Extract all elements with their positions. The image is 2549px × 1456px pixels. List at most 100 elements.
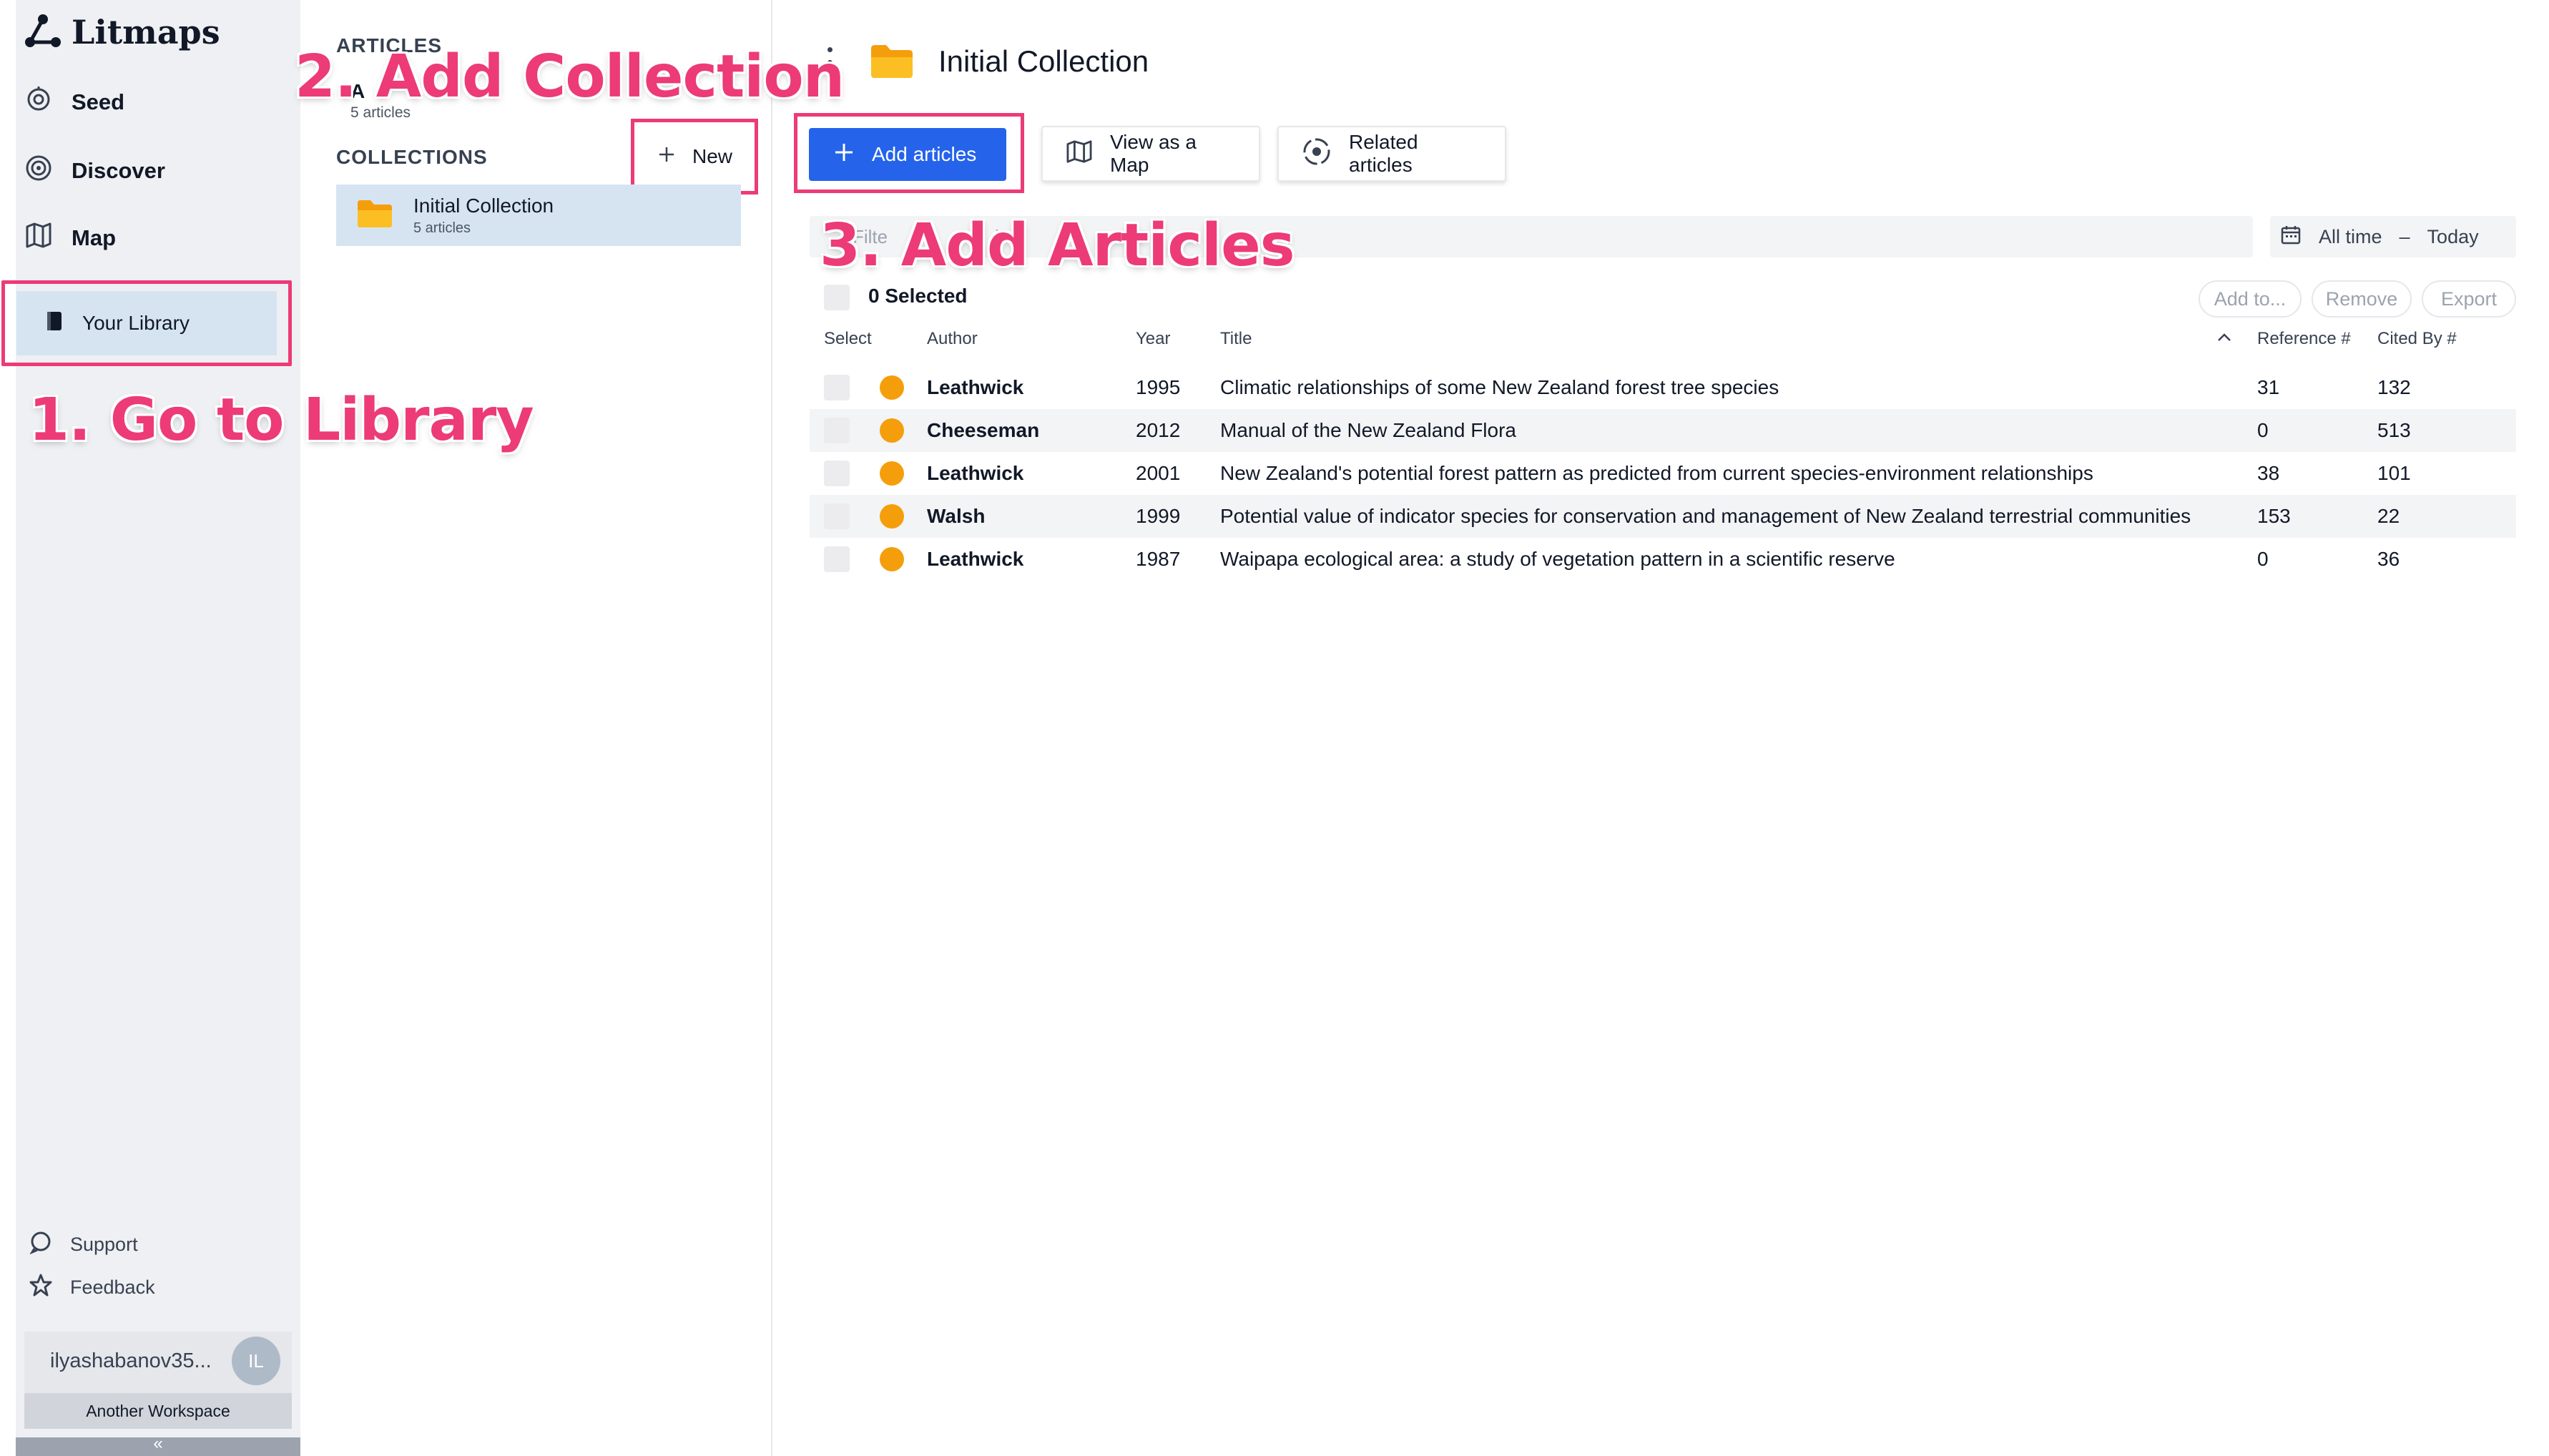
row-title[interactable]: Climatic relationships of some New Zeala… [1220, 366, 1779, 409]
row-title[interactable]: Waipapa ecological area: a study of vege… [1220, 538, 1895, 581]
row-author: Cheeseman [927, 419, 1040, 441]
calendar-icon [2280, 224, 2302, 250]
column-reference[interactable]: Reference # [2257, 329, 2351, 349]
status-dot [880, 461, 904, 486]
row-year: 1995 [1136, 376, 1181, 398]
row-checkbox[interactable] [824, 418, 850, 443]
status-dot [880, 504, 904, 528]
discover-icon [24, 154, 53, 188]
table-row[interactable]: Leathwick 2001 New Zealand's potential f… [810, 452, 2516, 495]
row-title[interactable]: Manual of the New Zealand Flora [1220, 409, 1516, 452]
page-title: Initial Collection [938, 44, 1149, 78]
new-collection-label: New [692, 145, 732, 167]
support-label: Support [70, 1233, 138, 1255]
date-to: Today [2427, 225, 2479, 247]
sort-chevron-up-icon[interactable] [2216, 330, 2233, 348]
remove-button[interactable]: Remove [2312, 280, 2412, 318]
row-checkbox[interactable] [824, 375, 850, 400]
collection-text: Initial Collection 5 articles [413, 195, 554, 237]
map-icon [1066, 139, 1093, 169]
row-author: Leathwick [927, 548, 1024, 570]
new-collection-button[interactable]: New [631, 119, 758, 195]
row-checkbox[interactable] [824, 503, 850, 529]
app-logo[interactable]: Litmaps [24, 7, 220, 57]
row-cited-by: 36 [2377, 548, 2400, 570]
star-icon [29, 1273, 53, 1302]
support-link[interactable]: Support [29, 1223, 138, 1266]
column-title[interactable]: Title [1220, 329, 1252, 349]
select-all-checkbox[interactable] [824, 285, 850, 310]
related-articles-button[interactable]: Related articles [1277, 126, 1506, 182]
collection-item[interactable]: Initial Collection 5 articles [336, 185, 741, 246]
row-checkbox[interactable] [824, 461, 850, 486]
row-year: 1999 [1136, 505, 1181, 527]
row-title[interactable]: New Zealand's potential forest pattern a… [1220, 452, 2093, 495]
plus-icon [833, 142, 855, 168]
row-year: 1987 [1136, 548, 1181, 570]
row-reference: 153 [2257, 505, 2291, 527]
seed-icon [24, 85, 53, 119]
table-row[interactable]: Cheeseman 2012 Manual of the New Zealand… [810, 409, 2516, 452]
row-reference: 31 [2257, 376, 2280, 398]
row-cited-by: 22 [2377, 505, 2400, 527]
column-author[interactable]: Author [927, 329, 978, 349]
export-button[interactable]: Export [2422, 280, 2516, 318]
sidebar-item-map[interactable]: Map [24, 213, 267, 263]
avatar[interactable]: IL [232, 1337, 280, 1385]
annotation-step-1: 1. Go to Library [29, 386, 534, 454]
folder-icon [870, 43, 914, 84]
user-row[interactable]: ilyashabanov35... IL [24, 1332, 292, 1390]
sidebar-item-your-library[interactable]: Your Library [1, 280, 292, 366]
sidebar-item-label: Seed [72, 89, 125, 114]
plus-icon [657, 144, 677, 169]
workspace-switcher[interactable]: Another Workspace [24, 1393, 292, 1429]
table-row[interactable]: Leathwick 1995 Climatic relationships of… [810, 366, 2516, 409]
feedback-label: Feedback [70, 1276, 155, 1298]
row-cited-by: 101 [2377, 462, 2411, 484]
sidebar-item-seed[interactable]: Seed [24, 77, 267, 127]
user-panel[interactable]: ilyashabanov35... IL Another Workspace [24, 1332, 292, 1429]
sidebar-item-label: Your Library [82, 312, 190, 334]
selected-count: 0 Selected [868, 285, 968, 307]
user-name: ilyashabanov35... [50, 1349, 212, 1372]
date-range-picker[interactable]: All time – Today [2270, 216, 2516, 257]
row-author: Leathwick [927, 462, 1024, 484]
annotation-step-2: 2. Add Collection [295, 43, 845, 111]
chat-icon [29, 1230, 53, 1259]
row-year: 2012 [1136, 419, 1181, 441]
add-to-button[interactable]: Add to... [2199, 280, 2302, 318]
status-dot [880, 547, 904, 571]
add-articles-button[interactable]: Add articles [809, 128, 1006, 181]
row-year: 2001 [1136, 462, 1181, 484]
view-as-map-button[interactable]: View as a Map [1041, 126, 1260, 182]
row-cited-by: 513 [2377, 419, 2411, 441]
collection-name: Initial Collection [413, 194, 554, 217]
add-articles-highlight: Add articles [794, 113, 1024, 193]
sidebar-item-your-library-inner[interactable]: Your Library [16, 291, 277, 355]
related-articles-label: Related articles [1349, 131, 1418, 176]
row-checkbox[interactable] [824, 546, 850, 572]
row-title[interactable]: Potential value of indicator species for… [1220, 495, 2191, 538]
column-cited-by[interactable]: Cited By # [2377, 329, 2457, 349]
row-reference: 0 [2257, 548, 2269, 570]
column-year[interactable]: Year [1136, 329, 1171, 349]
status-dot [880, 375, 904, 400]
collection-count: 5 articles [413, 220, 471, 236]
date-separator: – [2399, 225, 2410, 247]
row-reference: 0 [2257, 419, 2269, 441]
table-row[interactable]: Walsh 1999 Potential value of indicator … [810, 495, 2516, 538]
row-reference: 38 [2257, 462, 2280, 484]
row-cited-by: 132 [2377, 376, 2411, 398]
row-author: Leathwick [927, 376, 1024, 398]
library-icon [45, 310, 64, 337]
feedback-link[interactable]: Feedback [29, 1266, 155, 1309]
app-logo-text: Litmaps [72, 13, 220, 51]
sidebar-item-label: Map [72, 225, 116, 250]
sidebar-item-discover[interactable]: Discover [24, 146, 267, 196]
view-as-map-label: View as a Map [1110, 131, 1197, 176]
related-icon [1302, 137, 1332, 172]
sidebar-item-label: Discover [72, 158, 165, 183]
collapse-sidebar-button[interactable]: « [16, 1435, 300, 1456]
column-select: Select [824, 329, 872, 348]
table-row[interactable]: Leathwick 1987 Waipapa ecological area: … [810, 538, 2516, 581]
